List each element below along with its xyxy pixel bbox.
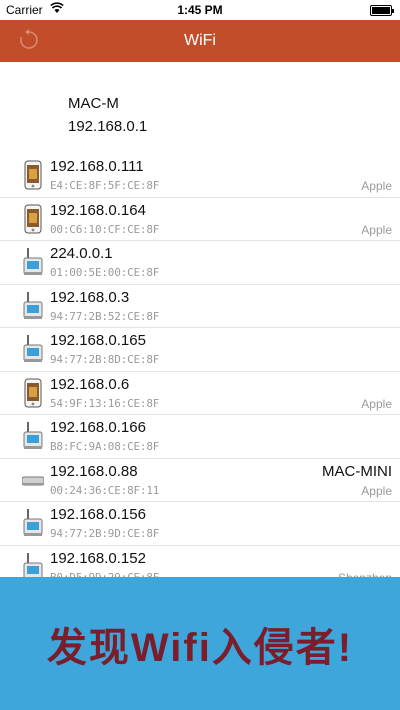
device-ip: 192.168.0.156 bbox=[50, 506, 146, 523]
device-icon bbox=[22, 247, 44, 277]
host-name: MAC-M bbox=[68, 95, 119, 112]
device-vendor: Apple bbox=[361, 483, 392, 498]
page-title: WiFi bbox=[184, 32, 216, 49]
device-row[interactable]: 192.168.0.88 00:24:36:CE:8F:11 MAC-MINI App… bbox=[0, 459, 400, 502]
device-row[interactable]: 192.168.0.3 94:77:2B:52:CE:8F bbox=[0, 285, 400, 328]
mac-mini-icon bbox=[21, 465, 45, 495]
device-vendor: Apple bbox=[361, 396, 392, 411]
device-ip: 192.168.0.3 bbox=[50, 288, 130, 306]
phone-icon bbox=[22, 378, 44, 408]
device-row[interactable]: 192.168.0.111 E4:CE:8F:5F:CE:8F Apple bbox=[0, 154, 400, 198]
device-row[interactable]: 224.0.0.1 01:00:5E:00:CE:8F bbox=[0, 241, 400, 285]
status-bar: Carrier 1:45 PM bbox=[0, 0, 400, 20]
phone-icon bbox=[22, 204, 44, 234]
battery-icon bbox=[370, 5, 394, 16]
device-vendor: Apple bbox=[361, 222, 392, 237]
device-ip: 192.168.0.152 bbox=[50, 549, 146, 567]
device-row[interactable]: 192.168.0.166 B8:FC:9A:08:CE:8F bbox=[0, 415, 400, 459]
device-row[interactable]: 192.168.0.6 54:9F:13:16:CE:8F Apple bbox=[0, 372, 400, 415]
promo-banner: 发现Wifi入侵者! bbox=[0, 577, 400, 710]
device-vendor: Apple bbox=[361, 179, 392, 193]
device-ip: 192.168.0.165 bbox=[50, 332, 146, 349]
device-icon bbox=[22, 508, 44, 538]
device-mac: 01:00:5E:00:CE:8F bbox=[50, 266, 160, 279]
device-list: 192.168.0.111 E4:CE:8F:5F:CE:8F Apple 192.1… bbox=[0, 154, 400, 589]
device-name: MAC-MINI bbox=[322, 462, 392, 480]
device-icon bbox=[22, 421, 44, 451]
clock: 1:45 PM bbox=[177, 3, 223, 17]
host-info: MAC-M 192.168.0.1 bbox=[68, 92, 147, 138]
host-ip: 192.168.0.1 bbox=[68, 118, 148, 135]
device-mac: E4:CE:8F:5F:CE:8F bbox=[50, 179, 160, 192]
device-mac: 00:C6:10:CF:CE:8F bbox=[50, 222, 160, 236]
device-row[interactable]: 192.168.0.164 00:C6:10:CF:CE:8F Apple bbox=[0, 198, 400, 241]
navigation-bar: WiFi bbox=[0, 20, 400, 62]
device-icon bbox=[22, 291, 44, 321]
device-mac: 94:77:2B:8D:CE:8F bbox=[50, 353, 160, 366]
device-mac: 94:77:2B:9D:CE:8F bbox=[50, 527, 160, 540]
banner-text: 发现Wifi入侵者! bbox=[46, 626, 354, 670]
device-ip: 192.168.0.164 bbox=[50, 201, 146, 219]
device-ip: 224.0.0.1 bbox=[50, 245, 113, 262]
device-ip: 192.168.0.88 bbox=[50, 462, 138, 480]
device-mac: 94:77:2B:52:CE:8F bbox=[50, 309, 160, 323]
device-ip: 192.168.0.166 bbox=[50, 419, 146, 436]
device-row[interactable]: 192.168.0.165 94:77:2B:8D:CE:8F bbox=[0, 328, 400, 372]
device-row[interactable]: 192.168.0.156 94:77:2B:9D:CE:8F bbox=[0, 502, 400, 546]
device-mac: 00:24:36:CE:8F:11 bbox=[50, 483, 160, 497]
device-icon bbox=[22, 334, 44, 364]
device-ip: 192.168.0.111 bbox=[50, 158, 144, 175]
device-mac: 54:9F:13:16:CE:8F bbox=[50, 396, 160, 410]
device-mac: B8:FC:9A:08:CE:8F bbox=[50, 440, 160, 453]
device-ip: 192.168.0.6 bbox=[50, 375, 130, 393]
phone-icon bbox=[22, 160, 44, 190]
